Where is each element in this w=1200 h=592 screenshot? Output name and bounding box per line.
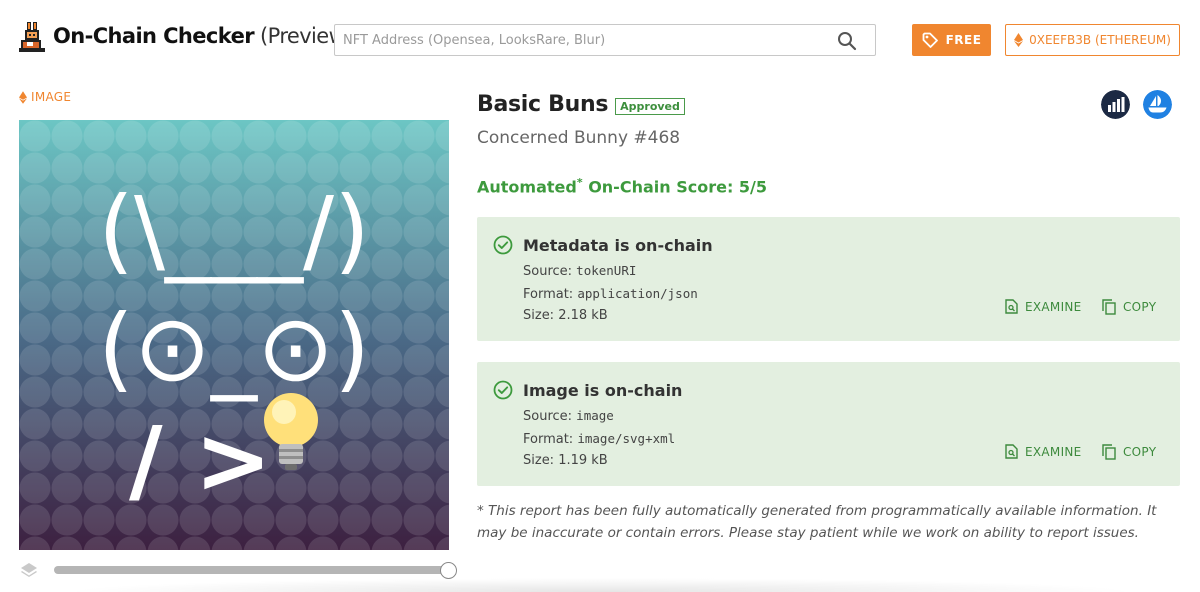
metadata-format-value: application/json bbox=[577, 286, 698, 301]
image-copy-button[interactable]: COPY bbox=[1102, 444, 1156, 460]
tag-icon bbox=[922, 32, 938, 48]
nft-artwork: (\___/) (⊙_⊙) / > bbox=[19, 120, 449, 550]
metadata-card-title: Metadata is on-chain bbox=[523, 235, 713, 255]
image-card-header: Image is on-chain bbox=[493, 380, 682, 400]
metadata-card-header: Metadata is on-chain bbox=[493, 235, 713, 255]
ethereum-icon bbox=[1014, 33, 1024, 47]
layers-icon[interactable] bbox=[20, 561, 38, 579]
image-format: Format: image/svg+xml bbox=[523, 431, 675, 447]
ascii-art-ears: (\___/) bbox=[98, 177, 370, 284]
opensea-link-icon[interactable] bbox=[1143, 90, 1172, 119]
nft-image: (\___/) (⊙_⊙) / > bbox=[19, 120, 449, 550]
image-examine-button[interactable]: EXAMINE bbox=[1005, 444, 1082, 459]
search-icon[interactable] bbox=[837, 31, 857, 51]
metadata-source-label: Source: bbox=[523, 264, 573, 279]
title-row: Basic Buns Approved bbox=[477, 92, 685, 117]
free-button-label: FREE bbox=[945, 33, 982, 47]
ethereum-icon bbox=[19, 90, 27, 104]
image-source: Source: image bbox=[523, 408, 614, 424]
report-footnote: * This report has been fully automatical… bbox=[477, 503, 1157, 541]
check-circle-icon bbox=[493, 235, 513, 255]
image-card-title: Image is on-chain bbox=[523, 380, 683, 400]
image-format-label: Format: bbox=[523, 432, 574, 447]
metadata-source-value: tokenURI bbox=[576, 263, 637, 278]
wallet-address: 0XEEFB3B (ETHEREUM) bbox=[1029, 33, 1171, 47]
metadata-copy-button[interactable]: COPY bbox=[1102, 299, 1156, 315]
document-search-icon bbox=[1005, 299, 1018, 314]
image-section-label-text: IMAGE bbox=[31, 90, 72, 104]
check-circle-icon bbox=[493, 380, 513, 400]
ascii-art-arm: / > bbox=[129, 407, 272, 514]
image-size: Size: 1.19 kB bbox=[523, 453, 608, 468]
document-search-icon bbox=[1005, 444, 1018, 459]
token-name: Concerned Bunny #468 bbox=[477, 128, 681, 148]
free-button[interactable]: FREE bbox=[912, 24, 991, 56]
metadata-format: Format: application/json bbox=[523, 286, 698, 302]
image-copy-label: COPY bbox=[1123, 445, 1157, 459]
collection-title: Basic Buns bbox=[477, 92, 609, 117]
metadata-source: Source: tokenURI bbox=[523, 263, 636, 279]
score-prefix: Automated bbox=[477, 177, 577, 197]
app-title-main: On-Chain Checker bbox=[53, 24, 255, 48]
copy-icon bbox=[1102, 299, 1116, 315]
metadata-copy-label: COPY bbox=[1123, 300, 1157, 314]
image-source-value: image bbox=[576, 408, 614, 423]
ascii-art-face: (⊙_⊙) bbox=[98, 295, 370, 402]
wallet-button[interactable]: 0XEEFB3B (ETHEREUM) bbox=[1005, 24, 1180, 56]
bottom-shadow bbox=[60, 578, 1140, 592]
image-section-label: IMAGE bbox=[19, 90, 71, 104]
metadata-examine-label: EXAMINE bbox=[1025, 299, 1082, 314]
nft-address-input[interactable] bbox=[335, 25, 815, 55]
image-examine-label: EXAMINE bbox=[1025, 444, 1082, 459]
score-value: On-Chain Score: 5/5 bbox=[588, 177, 768, 197]
metadata-card: Metadata is on-chain Source: tokenURI Fo… bbox=[477, 217, 1180, 341]
image-layer-slider[interactable] bbox=[54, 566, 450, 574]
slider-thumb[interactable] bbox=[440, 562, 457, 579]
status-badge: Approved bbox=[615, 97, 685, 115]
metadata-format-label: Format: bbox=[523, 287, 574, 302]
bunny-logo-icon[interactable] bbox=[19, 22, 45, 52]
image-source-label: Source: bbox=[523, 409, 573, 424]
metadata-size: Size: 2.18 kB bbox=[523, 308, 608, 323]
score-footnote-marker: * bbox=[576, 176, 583, 189]
app-title[interactable]: On-Chain Checker (Preview) bbox=[53, 24, 353, 48]
image-card: Image is on-chain Source: image Format: … bbox=[477, 362, 1180, 486]
copy-icon bbox=[1102, 444, 1116, 460]
image-format-value: image/svg+xml bbox=[577, 431, 676, 446]
search-box bbox=[334, 24, 876, 56]
onchain-score: Automated* On-Chain Score: 5/5 bbox=[477, 176, 767, 196]
analytics-link-icon[interactable] bbox=[1101, 90, 1130, 119]
metadata-examine-button[interactable]: EXAMINE bbox=[1005, 299, 1082, 314]
